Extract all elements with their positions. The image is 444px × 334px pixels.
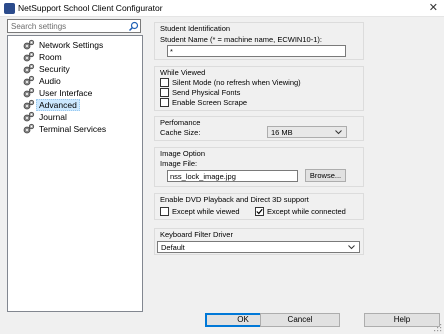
title-bar: NetSupport School Client Configurator ✕ bbox=[0, 0, 444, 17]
student-name-field[interactable] bbox=[167, 45, 346, 57]
except-while-connected-checkbox[interactable]: Except while connected bbox=[255, 207, 346, 216]
checkbox-box[interactable] bbox=[160, 98, 169, 107]
search-box[interactable] bbox=[7, 19, 141, 33]
gear-icon bbox=[23, 87, 35, 98]
checkbox-box[interactable] bbox=[255, 207, 264, 216]
resize-grip-icon[interactable] bbox=[434, 324, 442, 332]
tree-item-label: Room bbox=[39, 51, 62, 62]
tree-item-label: User Interface bbox=[39, 87, 93, 98]
tree-item-audio[interactable]: Audio bbox=[22, 75, 138, 86]
gear-icon bbox=[23, 39, 35, 50]
tree-item-label: Network Settings bbox=[39, 39, 104, 50]
performance-group: Perfomance Cache Size: 16 MB bbox=[154, 116, 364, 141]
except-while-viewed-checkbox[interactable]: Except while viewed bbox=[160, 207, 240, 216]
screen-scrape-checkbox[interactable]: Enable Screen Scrape bbox=[160, 98, 247, 107]
group-title: Keyboard Filter Driver bbox=[160, 230, 233, 239]
tree-item-label: Audio bbox=[39, 75, 61, 86]
image-option-group: Image Option Image File: Browse... bbox=[154, 147, 364, 187]
group-title: Perfomance bbox=[160, 118, 201, 127]
gear-icon bbox=[23, 51, 35, 62]
search-icon[interactable] bbox=[128, 21, 139, 32]
checkbox-box[interactable] bbox=[160, 78, 169, 87]
checkbox-label: Send Physical Fonts bbox=[172, 88, 241, 97]
browse-button[interactable]: Browse... bbox=[305, 169, 346, 182]
gear-icon bbox=[23, 75, 35, 86]
group-title: Student Identification bbox=[160, 24, 231, 33]
checkbox-box[interactable] bbox=[160, 88, 169, 97]
search-input[interactable] bbox=[11, 21, 121, 32]
while-viewed-group: While Viewed Silent Mode (no refresh whe… bbox=[154, 66, 364, 111]
tree-item-label: Journal bbox=[39, 111, 67, 122]
image-file-input[interactable] bbox=[168, 171, 297, 181]
checkbox-label: Except while connected bbox=[267, 207, 346, 216]
tree-item-terminal-services[interactable]: Terminal Services bbox=[22, 123, 138, 134]
close-icon[interactable]: ✕ bbox=[429, 1, 438, 14]
gear-icon bbox=[23, 123, 35, 134]
chevron-down-icon bbox=[348, 245, 355, 250]
cache-size-dropdown[interactable]: 16 MB bbox=[267, 126, 347, 138]
checkbox-box[interactable] bbox=[160, 207, 169, 216]
help-button[interactable]: Help bbox=[364, 313, 440, 327]
tree-item-label: Security bbox=[39, 63, 70, 74]
student-name-label: Student Name (* = machine name, ECWIN10-… bbox=[160, 35, 322, 44]
dvd-playback-group: Enable DVD Playback and Direct 3D suppor… bbox=[154, 193, 364, 220]
cancel-button[interactable]: Cancel bbox=[260, 313, 340, 327]
send-physical-fonts-checkbox[interactable]: Send Physical Fonts bbox=[160, 88, 240, 97]
checkbox-label: Except while viewed bbox=[172, 207, 240, 216]
tree-item-network-settings[interactable]: Network Settings bbox=[22, 39, 138, 50]
settings-tree: Network Settings Room Security Audio Use… bbox=[7, 35, 143, 312]
cache-size-label: Cache Size: bbox=[160, 128, 201, 137]
tree-item-label: Terminal Services bbox=[39, 123, 107, 134]
gear-icon bbox=[23, 99, 35, 110]
dropdown-value: 16 MB bbox=[271, 128, 293, 137]
keyboard-filter-group: Keyboard Filter Driver Default bbox=[154, 228, 364, 255]
keyboard-filter-dropdown[interactable]: Default bbox=[157, 241, 360, 253]
tree-item-user-interface[interactable]: User Interface bbox=[22, 87, 138, 98]
checkbox-label: Silent Mode (no refresh when Viewing) bbox=[172, 78, 301, 87]
tree-item-journal[interactable]: Journal bbox=[22, 111, 138, 122]
app-icon bbox=[4, 3, 15, 14]
image-file-label: Image File: bbox=[160, 159, 198, 168]
tree-item-room[interactable]: Room bbox=[22, 51, 138, 62]
group-title: Image Option bbox=[160, 149, 206, 158]
gear-icon bbox=[23, 111, 35, 122]
student-identification-group: Student Identification Student Name (* =… bbox=[154, 22, 364, 60]
checkmark-icon bbox=[256, 208, 263, 215]
image-file-field[interactable] bbox=[167, 170, 298, 182]
gear-icon bbox=[23, 63, 35, 74]
group-title: Enable DVD Playback and Direct 3D suppor… bbox=[160, 195, 309, 204]
dropdown-value: Default bbox=[161, 243, 185, 252]
tree-item-label: Advanced bbox=[36, 98, 80, 111]
group-title: While Viewed bbox=[160, 68, 206, 77]
tree-item-security[interactable]: Security bbox=[22, 63, 138, 74]
checkbox-label: Enable Screen Scrape bbox=[172, 98, 248, 107]
chevron-down-icon bbox=[335, 130, 342, 135]
student-name-input[interactable] bbox=[168, 46, 345, 56]
tree-item-advanced[interactable]: Advanced bbox=[22, 98, 138, 111]
silent-mode-checkbox[interactable]: Silent Mode (no refresh when Viewing) bbox=[160, 78, 301, 87]
window-title: NetSupport School Client Configurator bbox=[18, 3, 163, 13]
